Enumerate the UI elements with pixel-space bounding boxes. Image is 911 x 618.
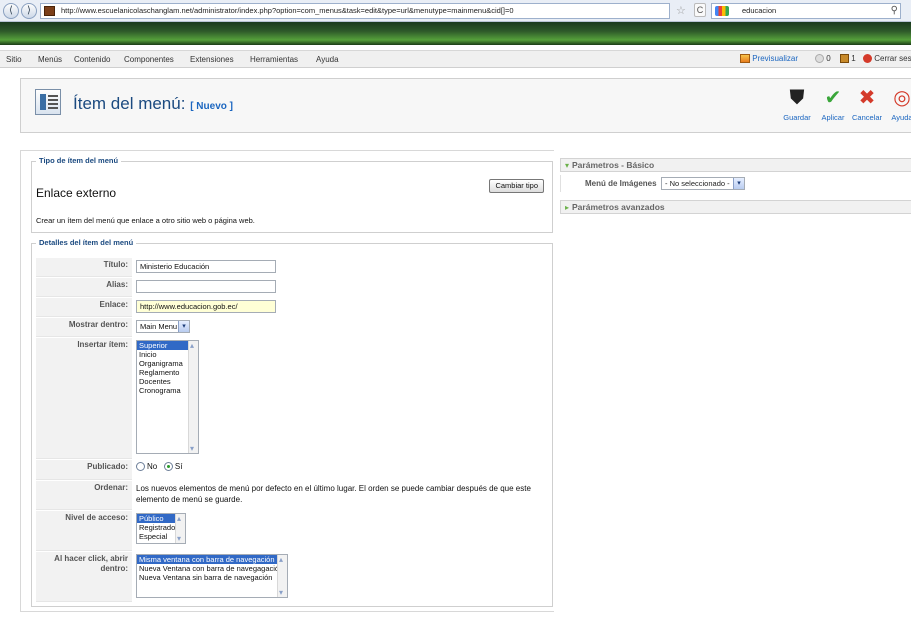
search-query: educacion [742,6,777,15]
cancel-icon: ✖ [858,87,876,109]
link-label: Enlace: [36,298,132,317]
address-bar[interactable]: http://www.escuelanicolaschanglam.net/ad… [40,3,670,19]
menu-item-icon [35,89,61,115]
access-row: Nivel de acceso: Público Registrado Espe… [36,511,550,551]
menu-sitio[interactable]: Sitio [6,55,22,64]
chevron-down-icon: ▾ [178,321,189,332]
image-menu-select[interactable]: - No seleccionado - ▾ [661,177,745,190]
order-label: Ordenar: [36,481,132,510]
logout-icon [863,54,872,64]
toolbar-box: Ítem del menú: [ Nuevo ] ⛊ Guardar ✔ Apl… [20,78,911,133]
menu-componentes[interactable]: Componentes [124,55,174,64]
access-listbox[interactable]: Público Registrado Especial [136,513,186,544]
apply-icon: ✔ [824,87,842,109]
order-text: Los nuevos elementos de menú por defecto… [136,484,531,504]
details-legend: Detalles del ítem del menú [36,238,137,247]
url-text: http://www.escuelanicolaschanglam.net/ad… [61,6,514,15]
back-arrow-icon: ⟨ [9,5,13,16]
radio-no[interactable] [136,462,145,472]
preview-link[interactable]: Previsualizar [740,54,798,64]
menu-type-fieldset: Tipo de ítem del menú Enlace externo Cam… [31,156,553,233]
expanded-triangle-icon: ▾ [565,161,570,170]
display-in-select[interactable]: Main Menu ▾ [136,320,190,333]
listbox-scrollbar[interactable] [277,555,287,597]
menu-type-legend: Tipo de ítem del menú [36,156,122,165]
alias-label: Alias: [36,278,132,297]
change-type-button[interactable]: Cambiar tipo [489,179,544,193]
on-click-row: Al hacer click, abrir dentro: Misma vent… [36,552,550,602]
order-row: Ordenar: Los nuevos elementos de menú po… [36,481,550,510]
forward-button[interactable]: ⟩ [21,3,37,19]
save-icon: ⛊ [789,87,805,109]
help-icon: ◎ [893,87,911,109]
list-item[interactable]: Nueva Ventana con barra de navegagación [137,564,287,573]
parent-label: Insertar ítem: [36,338,132,459]
admin-header-banner [0,22,911,45]
display-in-row: Mostrar dentro: Main Menu ▾ [36,318,550,337]
link-input[interactable]: http://www.educacion.gob.ec/ [136,300,276,313]
save-button[interactable]: ⛊ Guardar [777,87,817,122]
basic-params-body: Menú de Imágenes - No seleccionado - ▾ [560,175,911,192]
menu-contenido[interactable]: Contenido [74,55,110,64]
search-icon[interactable]: ⚲ [891,5,898,16]
alias-row: Alias: [36,278,550,297]
collapsed-triangle-icon: ▸ [565,203,570,212]
back-button[interactable]: ⟨ [3,3,19,19]
link-row: Enlace: http://www.educacion.gob.ec/ [36,298,550,317]
messages-count[interactable]: 0 [815,54,831,64]
menu-type-name: Enlace externo [36,186,117,200]
radio-yes[interactable] [163,462,173,472]
site-favicon-icon [44,6,55,16]
published-label: Publicado: [36,460,132,480]
logout-link[interactable]: Cerrar sesi [863,54,911,64]
alias-input[interactable] [136,280,276,293]
cancel-button[interactable]: ✖ Cancelar [847,87,887,122]
on-click-listbox[interactable]: Misma ventana con barra de navegación Nu… [136,554,288,598]
title-label: Título: [36,258,132,277]
image-menu-label: Menú de Imágenes [585,179,657,188]
preview-icon [740,54,750,64]
access-label: Nivel de acceso: [36,511,132,551]
on-click-label: Al hacer click, abrir dentro: [36,552,132,602]
published-no-option[interactable]: No [136,462,159,472]
title-row: Título: Ministerio Educación [36,258,550,277]
page-title: Ítem del menú: [ Nuevo ] [73,94,233,113]
menu-type-description: Crear un ítem del menú que enlace a otro… [36,216,255,225]
page-title-status: [ Nuevo ] [190,101,233,112]
title-input[interactable]: Ministerio Educación [136,260,276,273]
menu-herramientas[interactable]: Herramientas [250,55,298,64]
display-in-label: Mostrar dentro: [36,318,132,337]
list-item[interactable]: Nueva Ventana sin barra de navegación [137,573,287,582]
menu-extensiones[interactable]: Extensiones [190,55,234,64]
list-item[interactable]: Público [137,514,176,523]
main-form-panel: Tipo de ítem del menú Enlace externo Cam… [20,150,554,612]
parent-listbox[interactable]: Superior Inicio Organigrama Reglamento D… [136,340,199,454]
parent-row: Insertar ítem: Superior Inicio Organigra… [36,338,550,459]
listbox-scrollbar[interactable] [188,341,198,453]
menu-ayuda[interactable]: Ayuda [316,55,339,64]
help-button[interactable]: ◎ Ayuda [882,87,911,122]
chevron-down-icon: ▾ [733,178,744,189]
users-count[interactable]: 1 [840,54,856,64]
advanced-params-header[interactable]: ▸ Parámetros avanzados [560,200,911,214]
browser-toolbar: ⟨ ⟩ http://www.escuelanicolaschanglam.ne… [0,0,911,22]
basic-params-header[interactable]: ▾ Parámetros - Básico [560,158,911,172]
published-yes-option[interactable]: Sí [163,462,182,472]
menu-menus[interactable]: Menús [38,55,62,64]
google-icon [715,6,729,16]
forward-arrow-icon: ⟩ [27,5,31,16]
search-bar[interactable]: educacion ⚲ [711,3,901,19]
users-icon [840,54,849,64]
reload-icon[interactable]: C [694,3,706,17]
published-row: Publicado: No Sí [36,460,550,480]
list-item[interactable]: Misma ventana con barra de navegación [137,555,277,564]
listbox-scrollbar[interactable] [175,514,185,543]
details-fieldset: Detalles del ítem del menú Título: Minis… [31,238,553,607]
messages-icon [815,54,824,64]
bookmark-star-icon[interactable]: ☆ [676,4,686,17]
admin-menu-bar: Sitio Menús Contenido Componentes Extens… [0,50,911,68]
